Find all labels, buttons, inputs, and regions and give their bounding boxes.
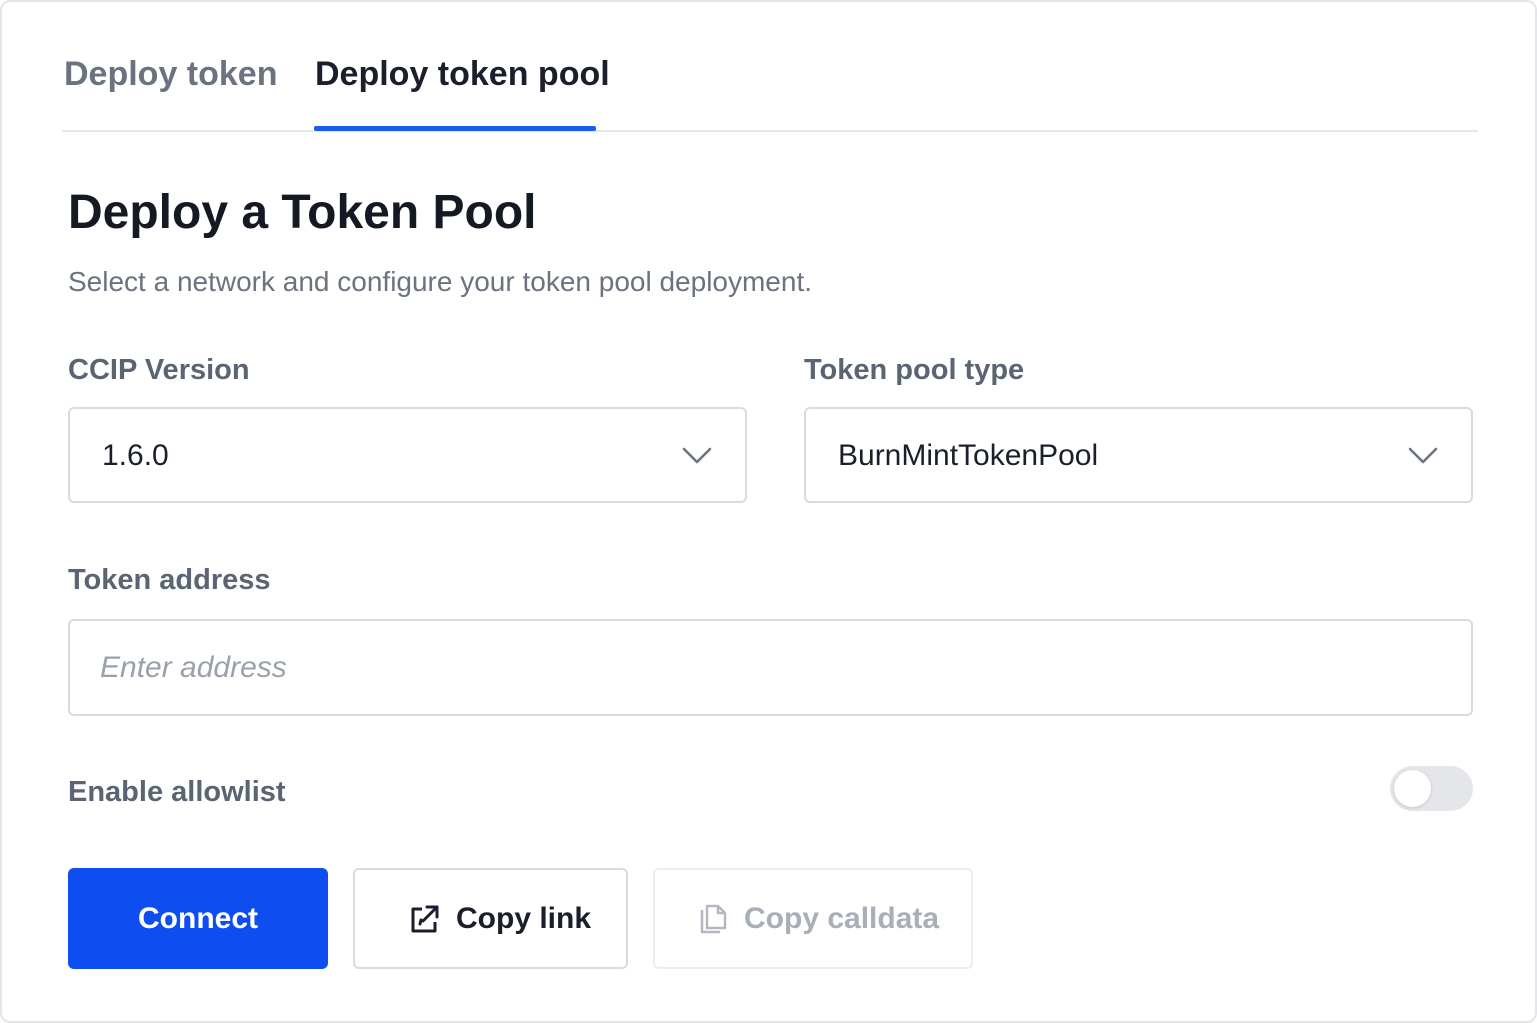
- chevron-down-icon: [1408, 447, 1438, 464]
- tab-deploy-token-pool[interactable]: Deploy token pool: [315, 52, 610, 96]
- token-address-label: Token address: [68, 564, 271, 596]
- copy-icon: [700, 904, 727, 934]
- connect-button-label: Connect: [138, 902, 258, 935]
- page-subtitle: Select a network and configure your toke…: [68, 266, 813, 297]
- ccip-version-label: CCIP Version: [68, 354, 250, 386]
- deploy-card: Deploy token Deploy token pool Deploy a …: [0, 0, 1537, 1023]
- token-address-input[interactable]: [68, 619, 1473, 716]
- external-link-icon: [411, 905, 439, 933]
- ccip-version-value: 1.6.0: [102, 439, 169, 472]
- copy-calldata-button-label: Copy calldata: [744, 902, 940, 935]
- pool-type-value: BurnMintTokenPool: [838, 439, 1099, 472]
- copy-calldata-button[interactable]: Copy calldata: [653, 868, 973, 969]
- ccip-version-select[interactable]: 1.6.0: [68, 407, 747, 503]
- tab-deploy-token[interactable]: Deploy token: [64, 52, 277, 96]
- pool-type-select[interactable]: BurnMintTokenPool: [804, 407, 1473, 503]
- connect-button[interactable]: Connect: [68, 868, 328, 969]
- tab-bar: Deploy token Deploy token pool: [62, 2, 1478, 132]
- copy-link-button-label: Copy link: [456, 902, 592, 935]
- pool-type-label: Token pool type: [804, 354, 1025, 386]
- allowlist-toggle[interactable]: [1390, 766, 1473, 811]
- chevron-down-icon: [682, 447, 712, 464]
- allowlist-label: Enable allowlist: [68, 776, 286, 808]
- copy-link-button[interactable]: Copy link: [353, 868, 628, 969]
- active-tab-indicator: [314, 126, 596, 131]
- page-title: Deploy a Token Pool: [68, 186, 537, 239]
- toggle-knob: [1394, 770, 1431, 807]
